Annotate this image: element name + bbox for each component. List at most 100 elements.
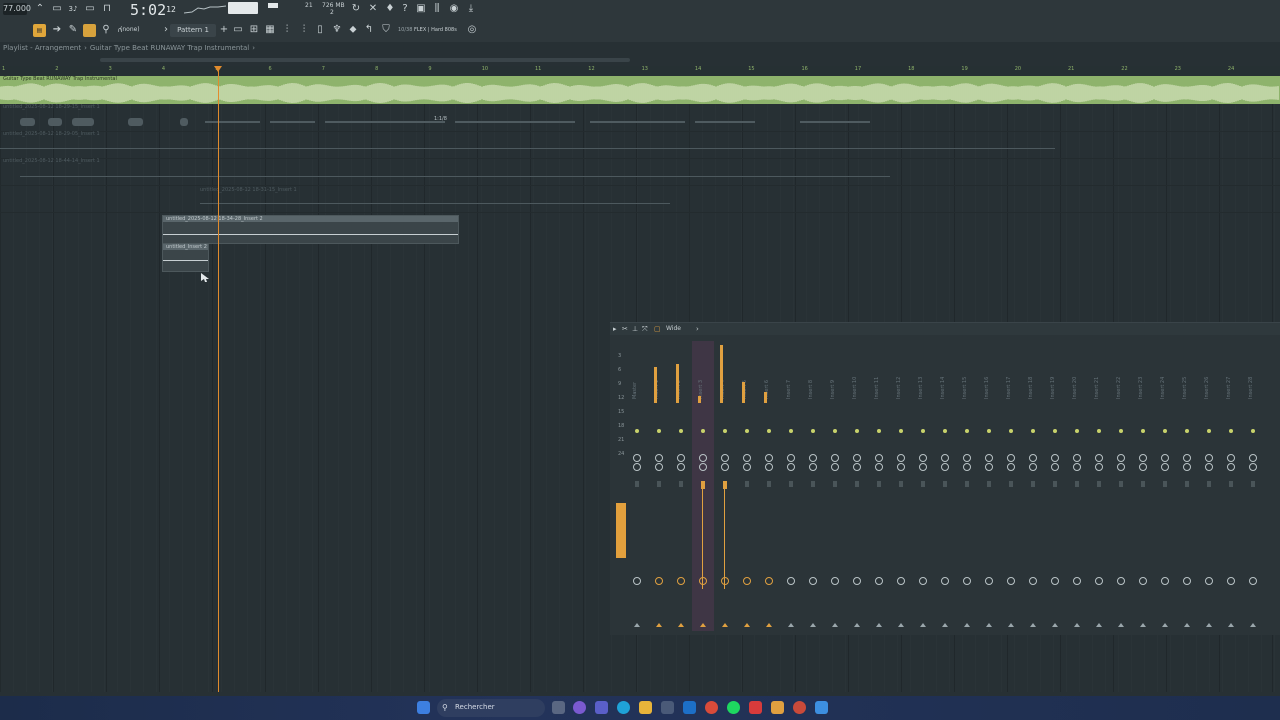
mixer-strip[interactable]: Insert 16: [978, 341, 1000, 631]
file-explorer-icon[interactable]: [639, 701, 652, 714]
route-arrow-icon[interactable]: [634, 623, 640, 627]
playlist-track[interactable]: untitled_2025-08-12 18-31-15_Insert 1: [0, 185, 1280, 213]
mixer-strip[interactable]: Insert 17: [1000, 341, 1022, 631]
output-knob[interactable]: [853, 577, 861, 585]
route-arrow-icon[interactable]: [678, 623, 684, 627]
mixer-strip[interactable]: Insert 23: [1132, 341, 1154, 631]
volume-fader[interactable]: [899, 481, 903, 487]
playlist-track[interactable]: untitled_2025-08-12 18-29-15_Insert 1 1:…: [0, 104, 1280, 132]
strip-active-led[interactable]: [965, 429, 969, 433]
volume-fader[interactable]: [943, 481, 947, 487]
volume-fader[interactable]: [1251, 481, 1255, 487]
piano-roll-icon[interactable]: ⊞: [248, 24, 260, 36]
route-arrow-icon[interactable]: [964, 623, 970, 627]
strip-active-led[interactable]: [701, 429, 705, 433]
output-knob[interactable]: [699, 577, 707, 585]
mixer-strip[interactable]: Insert 8: [802, 341, 824, 631]
channel-rack-icon[interactable]: ▦: [264, 24, 276, 36]
strip-active-led[interactable]: [877, 429, 881, 433]
output-knob[interactable]: [1073, 577, 1081, 585]
pan-knob[interactable]: [897, 454, 905, 462]
save-icon[interactable]: ▣: [415, 3, 427, 15]
route-arrow-icon[interactable]: [656, 623, 662, 627]
stereo-knob[interactable]: [1227, 463, 1235, 471]
strip-active-led[interactable]: [1229, 429, 1233, 433]
volume-fader[interactable]: [855, 481, 859, 487]
countdown-icon[interactable]: 3♪: [67, 3, 79, 15]
pan-knob[interactable]: [1073, 454, 1081, 462]
mixer-strip[interactable]: Insert 18: [1022, 341, 1044, 631]
output-knob[interactable]: [1029, 577, 1037, 585]
stereo-knob[interactable]: [919, 463, 927, 471]
volume-fader[interactable]: [1163, 481, 1167, 487]
strip-active-led[interactable]: [745, 429, 749, 433]
volume-fader[interactable]: [789, 481, 793, 487]
volume-fader[interactable]: [701, 481, 705, 489]
pan-knob[interactable]: [721, 454, 729, 462]
mixer-strip[interactable]: Insert 14: [934, 341, 956, 631]
stamp-tool-icon[interactable]: ⚲: [100, 24, 112, 36]
browser-icon[interactable]: ⫶: [298, 24, 310, 36]
pan-knob[interactable]: [699, 454, 707, 462]
mixer-strip[interactable]: Insert 20: [1066, 341, 1088, 631]
volume-fader[interactable]: [679, 481, 683, 487]
strip-active-led[interactable]: [943, 429, 947, 433]
breadcrumb-window[interactable]: Playlist - Arrangement: [3, 44, 81, 52]
volume-fader[interactable]: [635, 481, 639, 487]
stereo-knob[interactable]: [721, 463, 729, 471]
help-icon[interactable]: ?: [399, 3, 411, 15]
pan-knob[interactable]: [655, 454, 663, 462]
windows-start-icon[interactable]: [417, 701, 430, 714]
chat-icon[interactable]: ◉: [448, 3, 460, 15]
playlist-icon[interactable]: ▭: [232, 24, 244, 36]
pan-knob[interactable]: [963, 454, 971, 462]
strip-active-led[interactable]: [1163, 429, 1167, 433]
output-knob[interactable]: [1117, 577, 1125, 585]
mixer-strip[interactable]: Insert 15: [956, 341, 978, 631]
pan-knob[interactable]: [1007, 454, 1015, 462]
pan-knob[interactable]: [1117, 454, 1125, 462]
store-icon[interactable]: [661, 701, 674, 714]
stereo-knob[interactable]: [1183, 463, 1191, 471]
output-knob[interactable]: [875, 577, 883, 585]
volume-fader[interactable]: [877, 481, 881, 487]
mixer-strip[interactable]: Insert 5: [736, 341, 758, 631]
strip-active-led[interactable]: [1185, 429, 1189, 433]
output-knob[interactable]: [1139, 577, 1147, 585]
pan-knob[interactable]: [1183, 454, 1191, 462]
pan-knob[interactable]: [787, 454, 795, 462]
stereo-knob[interactable]: [1095, 463, 1103, 471]
task-view-icon[interactable]: [552, 701, 565, 714]
playlist-track[interactable]: untitled_2025-08-12 18-44-14_Insert 1: [0, 158, 1280, 186]
mixer-link-icon[interactable]: ⤧: [642, 325, 650, 333]
stereo-knob[interactable]: [1139, 463, 1147, 471]
volume-fader[interactable]: [1097, 481, 1101, 487]
pan-knob[interactable]: [853, 454, 861, 462]
strip-active-led[interactable]: [635, 429, 639, 433]
mixer-view-icon[interactable]: ⫶: [281, 24, 293, 36]
pan-knob[interactable]: [1051, 454, 1059, 462]
route-arrow-icon[interactable]: [1140, 623, 1146, 627]
mixer-strip[interactable]: Insert 27: [1220, 341, 1242, 631]
song-position-clock[interactable]: 5:0212: [130, 1, 176, 19]
pan-knob[interactable]: [765, 454, 773, 462]
stereo-knob[interactable]: [831, 463, 839, 471]
strip-active-led[interactable]: [767, 429, 771, 433]
wait-record-icon[interactable]: ▭: [51, 3, 63, 15]
pan-knob[interactable]: [1205, 454, 1213, 462]
volume-fader[interactable]: [1009, 481, 1013, 487]
mixer-strip[interactable]: Insert 28: [1242, 341, 1264, 631]
route-arrow-icon[interactable]: [1030, 623, 1036, 627]
route-arrow-icon[interactable]: [898, 623, 904, 627]
stereo-knob[interactable]: [743, 463, 751, 471]
stereo-knob[interactable]: [1029, 463, 1037, 471]
pencil-tool-icon[interactable]: ✎: [67, 24, 79, 36]
strip-active-led[interactable]: [789, 429, 793, 433]
mixer-strip[interactable]: Insert 12: [890, 341, 912, 631]
output-knob[interactable]: [677, 577, 685, 585]
stereo-knob[interactable]: [1249, 463, 1257, 471]
route-arrow-icon[interactable]: [920, 623, 926, 627]
mixer-strip[interactable]: Insert 22: [1110, 341, 1132, 631]
horizontal-scrollbar[interactable]: [100, 58, 630, 62]
touch-controller-icon[interactable]: ♆: [331, 24, 343, 36]
